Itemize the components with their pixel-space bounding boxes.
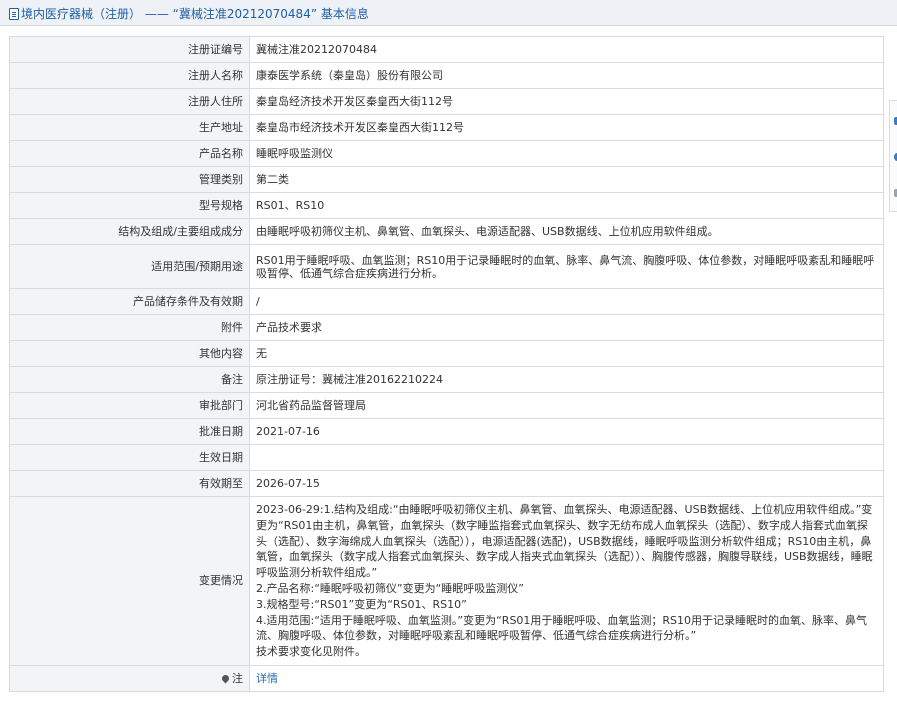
row-label: 生效日期 [9, 444, 250, 471]
row-label: 其他内容 [9, 340, 250, 367]
table-row: 注册证编号 冀械注准20212070484 [9, 36, 884, 63]
row-label: 注册人住所 [9, 88, 250, 115]
table-row-note: 注 详情 [9, 664, 884, 692]
table-row: 生效日期 [9, 444, 884, 471]
note-value: 详情 [249, 664, 884, 692]
row-label: 备注 [9, 366, 250, 393]
row-label: 型号规格 [9, 192, 250, 219]
row-label: 管理类别 [9, 166, 250, 193]
row-value: 秦皇岛经济技术开发区秦皇西大街112号 [249, 88, 884, 115]
change-line: 3.规格型号:“RS01”变更为“RS01、RS10” [256, 597, 467, 611]
row-value: / [249, 288, 884, 315]
table-row: 生产地址 秦皇岛市经济技术开发区秦皇西大街112号 [9, 114, 884, 141]
breadcrumb-text: 境内医疗器械（注册） —— “冀械注准20212070484” 基本信息 [21, 7, 369, 21]
table-row: 注册人住所 秦皇岛经济技术开发区秦皇西大街112号 [9, 88, 884, 115]
row-label: 注册证编号 [9, 36, 250, 63]
row-value: 原注册证号：冀械注准20162210224 [249, 366, 884, 393]
table-row: 产品名称 睡眠呼吸监测仪 [9, 140, 884, 167]
table-row: 管理类别 第二类 [9, 166, 884, 193]
table-row: 型号规格 RS01、RS10 [9, 192, 884, 219]
row-value: 产品技术要求 [249, 314, 884, 341]
change-line: 4.适用范围:“适用于睡眠呼吸、血氧监测。”变更为“RS01用于睡眠呼吸、血氧监… [256, 613, 868, 643]
change-history: 2023-06-29:1.结构及组成:“由睡眠呼吸初筛仪主机、鼻氧管、血氧探头、… [249, 496, 884, 666]
row-value: 第二类 [249, 166, 884, 193]
row-value: 由睡眠呼吸初筛仪主机、鼻氧管、血氧探头、电源适配器、USB数据线、上位机应用软件… [249, 218, 884, 245]
row-label: 产品储存条件及有效期 [9, 288, 250, 315]
pin-icon [220, 673, 231, 684]
breadcrumb: 境内医疗器械（注册） —— “冀械注准20212070484” 基本信息 [9, 5, 369, 22]
row-value: 河北省药品监督管理局 [249, 392, 884, 419]
info-table: 注册证编号 冀械注准20212070484 注册人名称 康泰医学系统（秦皇岛）股… [9, 36, 884, 692]
row-label: 审批部门 [9, 392, 250, 419]
row-value: 康泰医学系统（秦皇岛）股份有限公司 [249, 62, 884, 89]
row-value: 秦皇岛市经济技术开发区秦皇西大街112号 [249, 114, 884, 141]
side-toolbar [889, 100, 897, 212]
row-label: 结构及组成/主要组成成分 [9, 218, 250, 245]
row-label: 生产地址 [9, 114, 250, 141]
row-value: RS01用于睡眠呼吸、血氧监测；RS10用于记录睡眠时的血氧、脉率、鼻气流、胸腹… [249, 244, 884, 289]
table-row: 适用范围/预期用途 RS01用于睡眠呼吸、血氧监测；RS10用于记录睡眠时的血氧… [9, 244, 884, 289]
row-label: 变更情况 [9, 496, 250, 666]
change-line: 2.产品名称:“睡眠呼吸初筛仪”变更为“睡眠呼吸监测仪” [256, 581, 524, 595]
table-row: 有效期至 2026-07-15 [9, 470, 884, 497]
table-row: 审批部门 河北省药品监督管理局 [9, 392, 884, 419]
table-row: 结构及组成/主要组成成分 由睡眠呼吸初筛仪主机、鼻氧管、血氧探头、电源适配器、U… [9, 218, 884, 245]
page-header: 境内医疗器械（注册） —— “冀械注准20212070484” 基本信息 [0, 0, 897, 26]
note-label: 注 [232, 671, 243, 685]
row-value: 2026-07-15 [249, 470, 884, 497]
table-row: 注册人名称 康泰医学系统（秦皇岛）股份有限公司 [9, 62, 884, 89]
details-link[interactable]: 详情 [256, 672, 278, 685]
change-line: 技术要求变化见附件。 [256, 645, 366, 659]
table-row: 产品储存条件及有效期 / [9, 288, 884, 315]
row-label: 附件 [9, 314, 250, 341]
table-row: 其他内容 无 [9, 340, 884, 367]
row-value: RS01、RS10 [249, 192, 884, 219]
table-row-change: 变更情况 2023-06-29:1.结构及组成:“由睡眠呼吸初筛仪主机、鼻氧管、… [9, 496, 884, 666]
note-label-cell: 注 [9, 664, 250, 692]
row-label: 注册人名称 [9, 62, 250, 89]
row-label: 有效期至 [9, 470, 250, 497]
document-icon [9, 8, 19, 20]
row-value: 无 [249, 340, 884, 367]
table-row: 备注 原注册证号：冀械注准20162210224 [9, 366, 884, 393]
change-line: 2023-06-29:1.结构及组成:“由睡眠呼吸初筛仪主机、鼻氧管、血氧探头、… [256, 503, 873, 580]
row-value: 冀械注准20212070484 [249, 36, 884, 63]
row-value: 2021-07-16 [249, 418, 884, 445]
table-row: 附件 产品技术要求 [9, 314, 884, 341]
row-value [249, 444, 884, 471]
table-row: 批准日期 2021-07-16 [9, 418, 884, 445]
row-label: 批准日期 [9, 418, 250, 445]
row-label: 产品名称 [9, 140, 250, 167]
row-value: 睡眠呼吸监测仪 [249, 140, 884, 167]
row-label: 适用范围/预期用途 [9, 244, 250, 289]
